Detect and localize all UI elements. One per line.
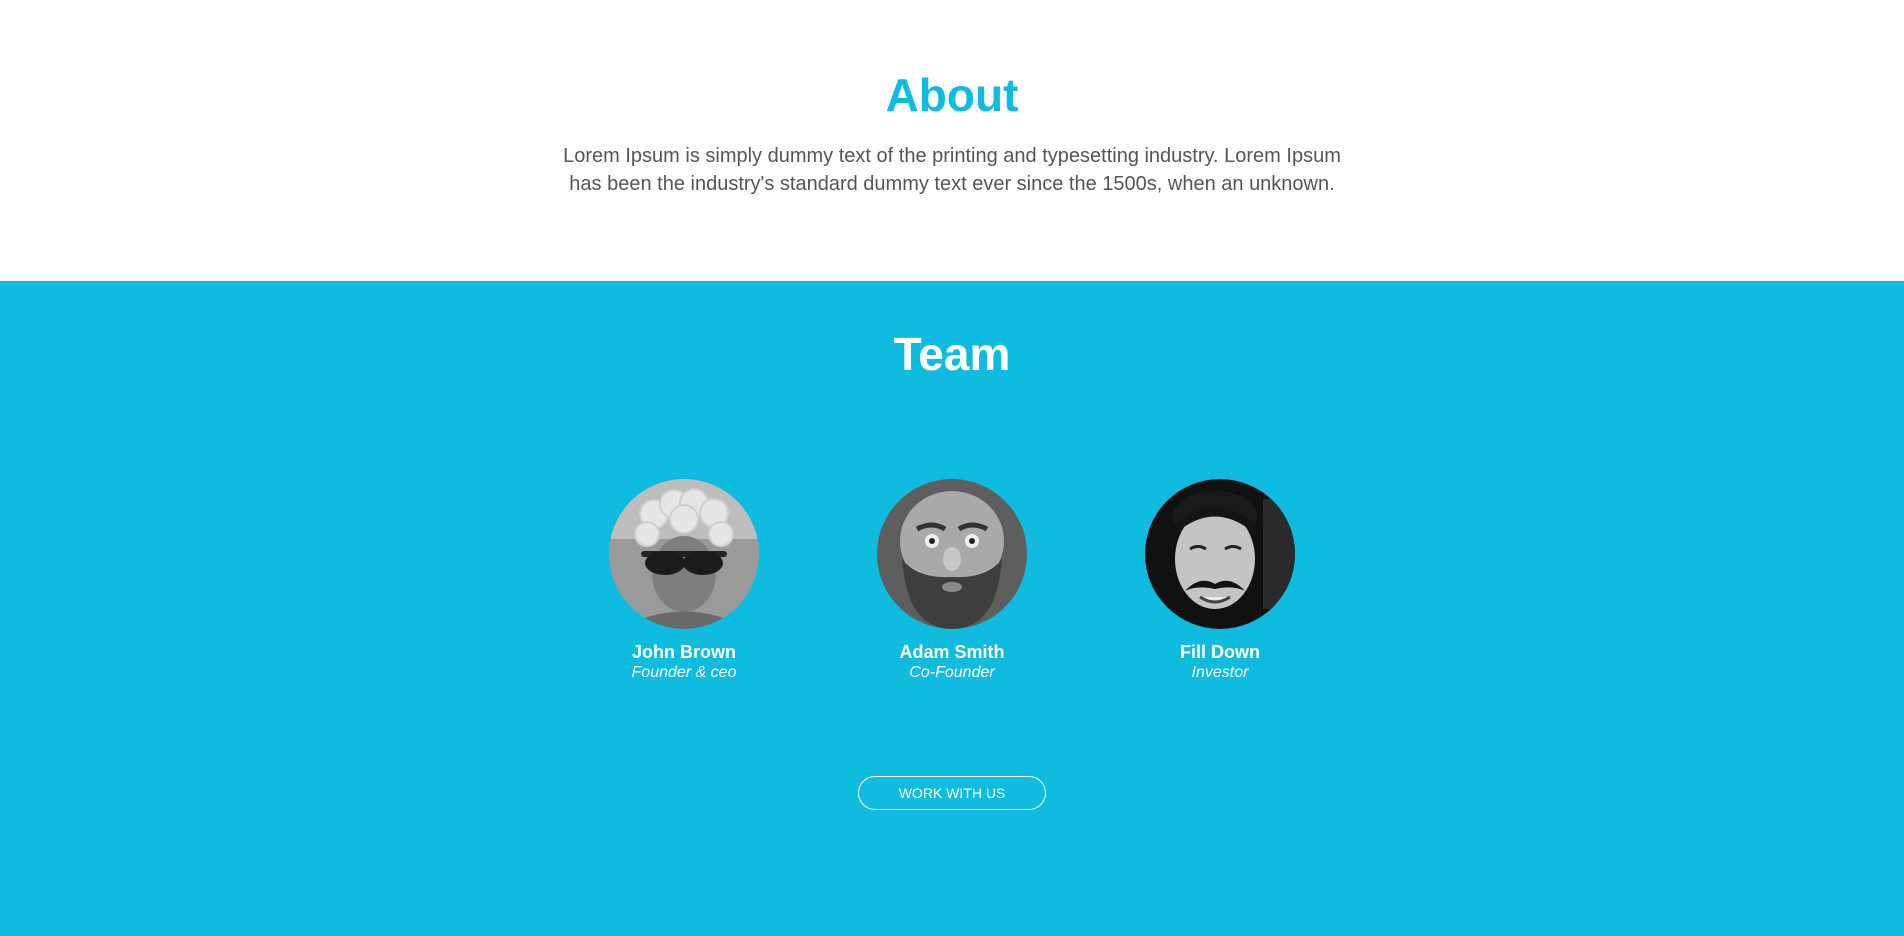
about-section: About Lorem Ipsum is simply dummy text o…: [0, 0, 1904, 281]
team-member-card: Fill Down Investor: [1120, 479, 1320, 683]
member-name: John Brown: [632, 642, 736, 662]
about-title: About: [885, 69, 1019, 121]
team-member-card: Adam Smith Co-Founder: [852, 479, 1052, 683]
avatar: [1145, 479, 1295, 629]
work-with-us-button[interactable]: WORK WITH US: [858, 776, 1046, 810]
avatar: [877, 479, 1027, 629]
member-role: Founder & ceo: [631, 664, 737, 681]
team-section: Team John Brown Founder & ceo Adam Smith…: [0, 281, 1904, 936]
member-name: Fill Down: [1180, 642, 1260, 662]
team-title: Team: [893, 328, 1011, 380]
about-text: Lorem Ipsum is simply dummy text of the …: [563, 145, 1341, 195]
member-role: Co-Founder: [909, 664, 995, 681]
team-member-card: John Brown Founder & ceo: [584, 479, 784, 683]
avatar: [609, 479, 759, 629]
member-name: Adam Smith: [899, 642, 1005, 662]
member-role: Investor: [1191, 664, 1249, 681]
